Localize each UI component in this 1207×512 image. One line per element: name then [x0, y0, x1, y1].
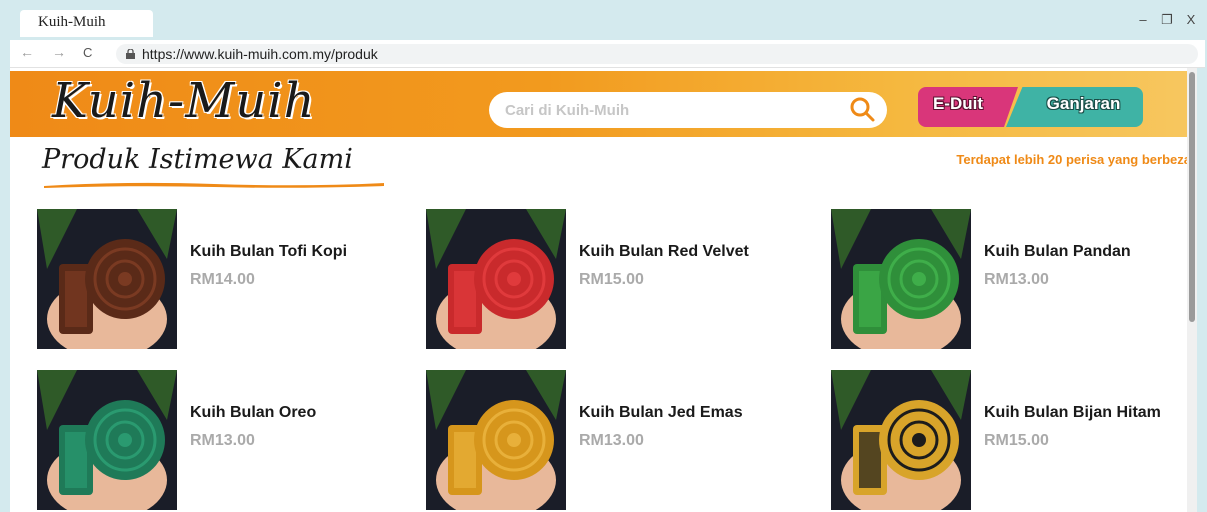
product-price: RM15.00 [579, 271, 644, 288]
address-bar: ← → C https://www.kuih-muih.com.my/produ… [10, 40, 1205, 68]
site-logo[interactable]: Kuih-Muih [52, 73, 316, 129]
product-price: RM13.00 [579, 432, 644, 449]
scrollbar-thumb[interactable] [1189, 72, 1195, 322]
product-name[interactable]: Kuih Bulan Pandan [984, 243, 1131, 261]
product-name[interactable]: Kuih Bulan Tofi Kopi [190, 243, 347, 261]
product-card[interactable]: Kuih Bulan Oreo RM13.00 [37, 370, 377, 510]
lock-icon [126, 49, 135, 59]
product-card[interactable]: Kuih Bulan Tofi Kopi RM14.00 [37, 209, 377, 349]
minimize-icon[interactable]: – [1137, 12, 1149, 28]
product-name[interactable]: Kuih Bulan Oreo [190, 404, 316, 422]
product-name[interactable]: Kuih Bulan Jed Emas [579, 404, 743, 422]
browser-tab[interactable]: Kuih-Muih [20, 10, 153, 37]
product-price: RM13.00 [190, 432, 255, 449]
product-price: RM13.00 [984, 271, 1049, 288]
product-image[interactable] [37, 370, 177, 510]
back-arrow-icon[interactable]: ← [20, 44, 34, 60]
product-price: RM14.00 [190, 271, 255, 288]
search-icon[interactable] [848, 95, 876, 123]
url-text: https://www.kuih-muih.com.my/produk [142, 46, 378, 62]
product-price: RM15.00 [984, 432, 1049, 449]
close-icon[interactable]: X [1185, 12, 1197, 28]
brush-stroke-divider [44, 182, 384, 188]
product-image[interactable] [426, 370, 566, 510]
product-card[interactable]: Kuih Bulan Jed Emas RM13.00 [426, 370, 766, 510]
product-name[interactable]: Kuih Bulan Bijan Hitam [984, 404, 1161, 422]
site-header: Kuih-Muih E-Duit Ganjaran [10, 71, 1197, 137]
product-card[interactable]: Kuih Bulan Red Velvet RM15.00 [426, 209, 766, 349]
web-page: Kuih-Muih E-Duit Ganjaran Produk Istimew… [10, 68, 1197, 512]
reload-icon[interactable]: C [83, 45, 92, 60]
product-card[interactable]: Kuih Bulan Bijan Hitam RM15.00 [831, 370, 1171, 510]
scrollbar[interactable] [1187, 68, 1197, 512]
product-card[interactable]: Kuih Bulan Pandan RM13.00 [831, 209, 1171, 349]
product-name[interactable]: Kuih Bulan Red Velvet [579, 243, 749, 261]
tab-strip: Kuih-Muih [10, 0, 1207, 40]
product-image[interactable] [37, 209, 177, 349]
url-field[interactable]: https://www.kuih-muih.com.my/produk [116, 44, 1198, 64]
restore-icon[interactable]: ❐ [1161, 12, 1173, 28]
window-controls: – ❐ X [1137, 12, 1197, 28]
search-input[interactable] [489, 92, 887, 128]
product-image[interactable] [426, 209, 566, 349]
product-image[interactable] [831, 370, 971, 510]
forward-arrow-icon[interactable]: → [52, 44, 66, 60]
product-image[interactable] [831, 209, 971, 349]
tagline: Terdapat lebih 20 perisa yang berbeza [956, 152, 1191, 167]
section-title: Produk Istimewa Kami [42, 144, 353, 175]
ganjaran-button[interactable]: Ganjaran [1006, 87, 1143, 127]
eduit-button[interactable]: E-Duit [918, 87, 1018, 127]
